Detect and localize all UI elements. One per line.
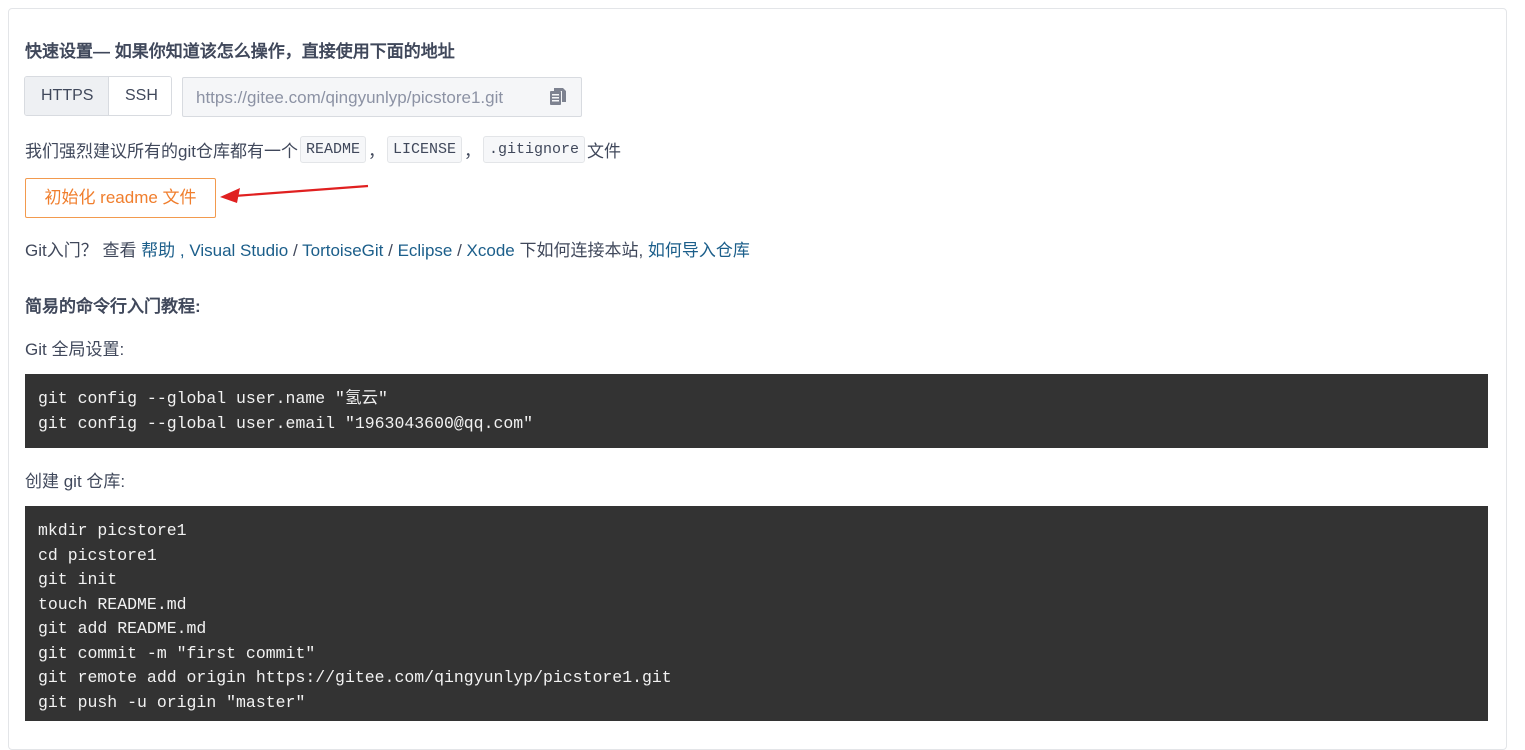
help-link[interactable]: 帮助 bbox=[141, 241, 175, 260]
code-line: mkdir picstore1 bbox=[38, 521, 187, 540]
code-line: git config --global user.name "氢云" bbox=[38, 389, 388, 408]
visual-studio-link[interactable]: Visual Studio bbox=[189, 241, 288, 260]
help-prefix: Git入门？ 查看 bbox=[25, 241, 142, 260]
global-settings-code: git config --global user.name "氢云" git c… bbox=[25, 374, 1488, 448]
repo-url-field[interactable]: https://gitee.com/qingyunlyp/picstore1.g… bbox=[182, 77, 582, 117]
code-line: git commit -m "first commit" bbox=[38, 643, 316, 663]
import-repo-link[interactable]: 如何导入仓库 bbox=[648, 241, 750, 260]
code-line: touch README.md bbox=[38, 594, 187, 614]
repo-url-text: https://gitee.com/qingyunlyp/picstore1.g… bbox=[196, 88, 504, 107]
code-line: git init bbox=[38, 570, 118, 589]
license-tag: LICENSE bbox=[386, 136, 462, 163]
code-line: git add README.md bbox=[38, 619, 207, 638]
gitignore-tag: .gitignore bbox=[483, 136, 586, 163]
code-line: git config --global user.email "19630436… bbox=[38, 413, 534, 433]
init-readme-button[interactable]: 初始化 readme 文件 bbox=[25, 178, 216, 218]
recommend-prefix: 我们强烈建议所有的git仓库都有一个 bbox=[25, 142, 298, 161]
separator-1: ， bbox=[367, 142, 385, 161]
code-line: git push -u origin "master" bbox=[38, 692, 306, 712]
copy-icon[interactable] bbox=[549, 87, 567, 107]
recommend-text: 我们强烈建议所有的git仓库都有一个 README ， LICENSE ， .g… bbox=[25, 136, 621, 163]
tutorial-title: 简易的命令行入门教程: bbox=[25, 297, 201, 316]
quick-setup-title: 快速设置— 如果你知道该怎么操作，直接使用下面的地址 bbox=[25, 42, 455, 61]
global-settings-label: Git 全局设置: bbox=[25, 340, 125, 359]
protocol-switch: HTTPS SSH bbox=[24, 76, 172, 116]
eclipse-link[interactable]: Eclipse bbox=[398, 241, 453, 260]
readme-tag: README bbox=[299, 136, 366, 163]
red-arrow-annotation bbox=[220, 184, 369, 203]
recommend-suffix: 文件 bbox=[587, 142, 622, 161]
tortoisegit-link[interactable]: TortoiseGit bbox=[302, 241, 383, 260]
code-line: git remote add origin https://gitee.com/… bbox=[38, 668, 672, 687]
xcode-link[interactable]: Xcode bbox=[467, 241, 515, 260]
separator-2: ， bbox=[464, 142, 481, 161]
code-line: cd picstore1 bbox=[38, 545, 157, 565]
create-repo-code: mkdir picstore1 cd picstore1 git init to… bbox=[25, 506, 1488, 721]
https-tab[interactable]: HTTPS bbox=[25, 77, 109, 115]
ssh-tab[interactable]: SSH bbox=[109, 77, 171, 115]
help-middle: 下如何连接本站, bbox=[514, 241, 648, 260]
create-repo-label: 创建 git 仓库: bbox=[25, 472, 126, 491]
help-line: Git入门？ 查看 帮助 , Visual Studio / TortoiseG… bbox=[25, 241, 750, 260]
